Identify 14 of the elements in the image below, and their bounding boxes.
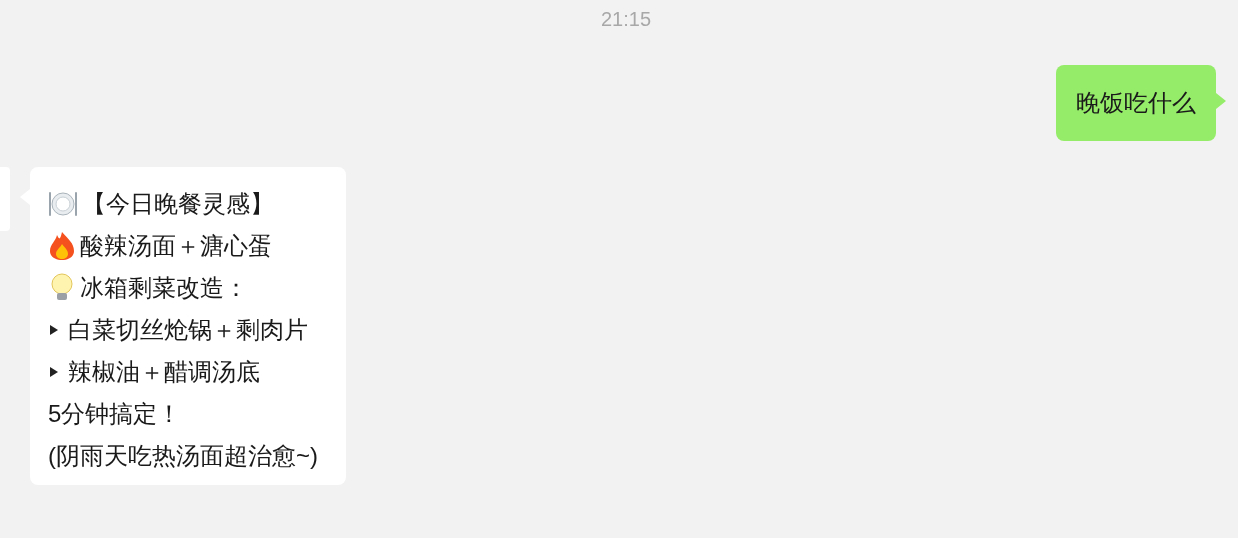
message-text: 辣椒油＋醋调汤底 <box>68 357 260 387</box>
message-text: 白菜切丝炝锅＋剩肉片 <box>68 315 308 345</box>
message-text: 冰箱剩菜改造： <box>80 273 248 303</box>
fire-icon <box>48 231 76 261</box>
message-text: (阴雨天吃热汤面超治愈~) <box>48 441 318 471</box>
message-text: 5分钟搞定！ <box>48 399 182 429</box>
message-text: 【今日晚餐灵感】 <box>82 189 274 219</box>
timestamp: 21:15 <box>600 8 652 31</box>
message-text: 酸辣汤面＋溏心蛋 <box>80 231 272 261</box>
bullet-icon <box>50 325 58 335</box>
light-bulb-icon <box>48 273 76 303</box>
message-text: 晚饭吃什么 <box>1076 88 1196 118</box>
plate-icon <box>48 190 78 218</box>
bullet-icon <box>50 367 58 377</box>
